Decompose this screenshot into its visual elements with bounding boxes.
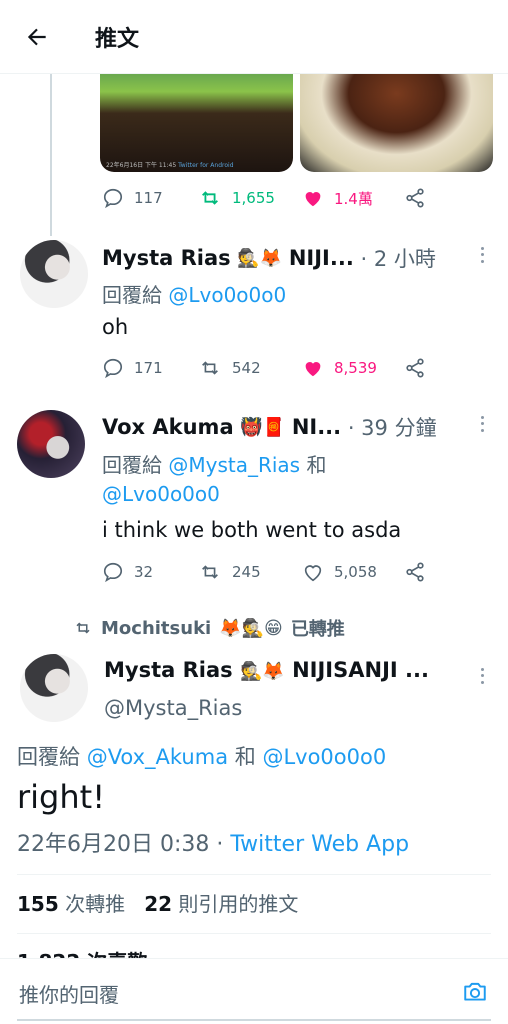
tweet-text: oh xyxy=(102,315,129,339)
reply-button[interactable]: 117 xyxy=(102,187,198,209)
divider xyxy=(17,933,491,934)
retweet-button[interactable]: 542 xyxy=(198,357,302,379)
avatar[interactable] xyxy=(17,410,85,478)
avatar[interactable] xyxy=(20,654,88,722)
reply-context-continued: @Lvo0o0o0 xyxy=(102,482,220,506)
display-name-suffix: NIJI... xyxy=(288,246,354,270)
reply-icon xyxy=(103,188,123,209)
tweet-text: i think we both went to asda xyxy=(102,518,402,542)
tweet-image-2[interactable] xyxy=(300,74,493,172)
page-title: 推文 xyxy=(95,26,140,52)
share-icon xyxy=(406,358,424,378)
like-button[interactable]: 1.4萬 xyxy=(302,187,404,209)
reply-context: 回覆給 @Mysta_Rias 和 xyxy=(102,453,327,477)
avatar[interactable] xyxy=(20,240,88,308)
retweet-button[interactable]: 245 xyxy=(198,561,302,583)
dot-icon xyxy=(480,667,484,671)
more-options-button[interactable] xyxy=(472,245,492,265)
dot-icon xyxy=(480,422,484,426)
dot-icon xyxy=(480,415,484,419)
tweet-header: Vox Akuma 👹🧧 NI... · 39 分鐘 xyxy=(102,412,437,442)
dot-icon xyxy=(480,674,484,678)
dot-icon xyxy=(480,253,484,257)
mention-link[interactable]: @Vox_Akuma xyxy=(87,745,228,769)
share-icon xyxy=(406,188,424,208)
mention-link[interactable]: @Mysta_Rias xyxy=(168,453,300,477)
likes-stat[interactable]: 1,822 次喜歡 xyxy=(17,946,147,958)
retweeted-by[interactable]: Mochitsuki 🦊🕵️😁 已轉推 xyxy=(73,615,345,641)
main-reply-context: 回覆給 @Vox_Akuma 和 @Lvo0o0o0 xyxy=(17,745,387,769)
tweet-actions: 171 542 8,539 xyxy=(102,353,436,383)
heart-outline-icon xyxy=(304,565,322,582)
dot-icon xyxy=(480,246,484,250)
dot-icon xyxy=(480,681,484,685)
share-icon xyxy=(406,562,424,582)
name-emoji: 🕵️🦊 xyxy=(237,247,283,269)
share-button[interactable] xyxy=(404,187,436,209)
tweet-time[interactable]: · 39 分鐘 xyxy=(348,412,437,442)
more-options-button[interactable] xyxy=(472,414,492,434)
mention-link[interactable]: @Lvo0o0o0 xyxy=(262,745,386,769)
retweet-button[interactable]: 1,655 xyxy=(198,187,302,209)
tweet-image-1[interactable]: 22年6月16日 下午 11:45 Twitter for Android xyxy=(100,74,293,172)
retweets-stat[interactable]: 155 次轉推 xyxy=(17,892,125,916)
main-timestamp: 22年6月20日 0:38 · Twitter Web App xyxy=(17,832,410,857)
camera-icon xyxy=(464,982,486,1001)
quotes-stat[interactable]: 22 則引用的推文 xyxy=(144,892,298,916)
reply-input-underline xyxy=(17,1019,491,1021)
retweet-icon xyxy=(76,622,90,634)
share-button[interactable] xyxy=(404,357,436,379)
reply-input[interactable]: 推你的回覆 xyxy=(19,979,119,1008)
source-link[interactable]: Twitter Web App xyxy=(230,832,409,857)
display-name[interactable]: Mysta Rias xyxy=(102,246,231,270)
tweet-stats: 155 次轉推 22 則引用的推文 xyxy=(17,888,298,917)
back-button[interactable] xyxy=(17,17,57,57)
reply-icon xyxy=(103,358,123,379)
dot-icon xyxy=(480,260,484,264)
like-button[interactable]: 8,539 xyxy=(302,357,404,379)
tweet-header: Mysta Rias 🕵️🦊 NIJI... · 2 小時 xyxy=(102,243,436,273)
display-name[interactable]: Vox Akuma xyxy=(102,415,234,439)
retweet-icon xyxy=(202,361,218,375)
arrow-left-icon xyxy=(27,28,46,45)
reply-icon xyxy=(103,562,123,583)
mention-link[interactable]: @Lvo0o0o0 xyxy=(102,482,220,506)
camera-button[interactable] xyxy=(459,976,491,1008)
like-button[interactable]: 5,058 xyxy=(302,561,404,583)
reply-button[interactable]: 32 xyxy=(102,561,198,583)
top-bar: 推文 xyxy=(0,0,508,74)
reply-button[interactable]: 171 xyxy=(102,357,198,379)
divider xyxy=(17,874,491,875)
dot-icon xyxy=(480,429,484,433)
tweet-actions: 117 1,655 1.4萬 xyxy=(102,183,436,213)
tweet-actions: 32 245 5,058 xyxy=(102,557,436,587)
mention-link[interactable]: @Lvo0o0o0 xyxy=(168,283,286,307)
reply-context: 回覆給 @Lvo0o0o0 xyxy=(102,283,287,307)
tweet-time[interactable]: · 2 小時 xyxy=(361,243,436,273)
image-timestamp: 22年6月16日 下午 11:45 Twitter for Android xyxy=(106,162,234,169)
display-name-suffix: NI... xyxy=(291,415,342,439)
thread-line xyxy=(50,74,52,236)
heart-filled-icon xyxy=(305,362,321,377)
share-button[interactable] xyxy=(404,561,436,583)
heart-filled-icon xyxy=(305,192,321,207)
main-handle[interactable]: @Mysta_Rias xyxy=(104,696,242,720)
reply-composer: 推你的回覆 xyxy=(0,958,508,1024)
retweet-icon xyxy=(202,191,218,205)
main-display-name[interactable]: Mysta Rias 🕵️🦊 NIJISANJI ... xyxy=(104,658,429,682)
name-emoji: 👹🧧 xyxy=(240,416,286,438)
retweet-icon xyxy=(202,565,218,579)
main-tweet-text: right! xyxy=(17,778,106,816)
more-options-button[interactable] xyxy=(472,666,492,686)
